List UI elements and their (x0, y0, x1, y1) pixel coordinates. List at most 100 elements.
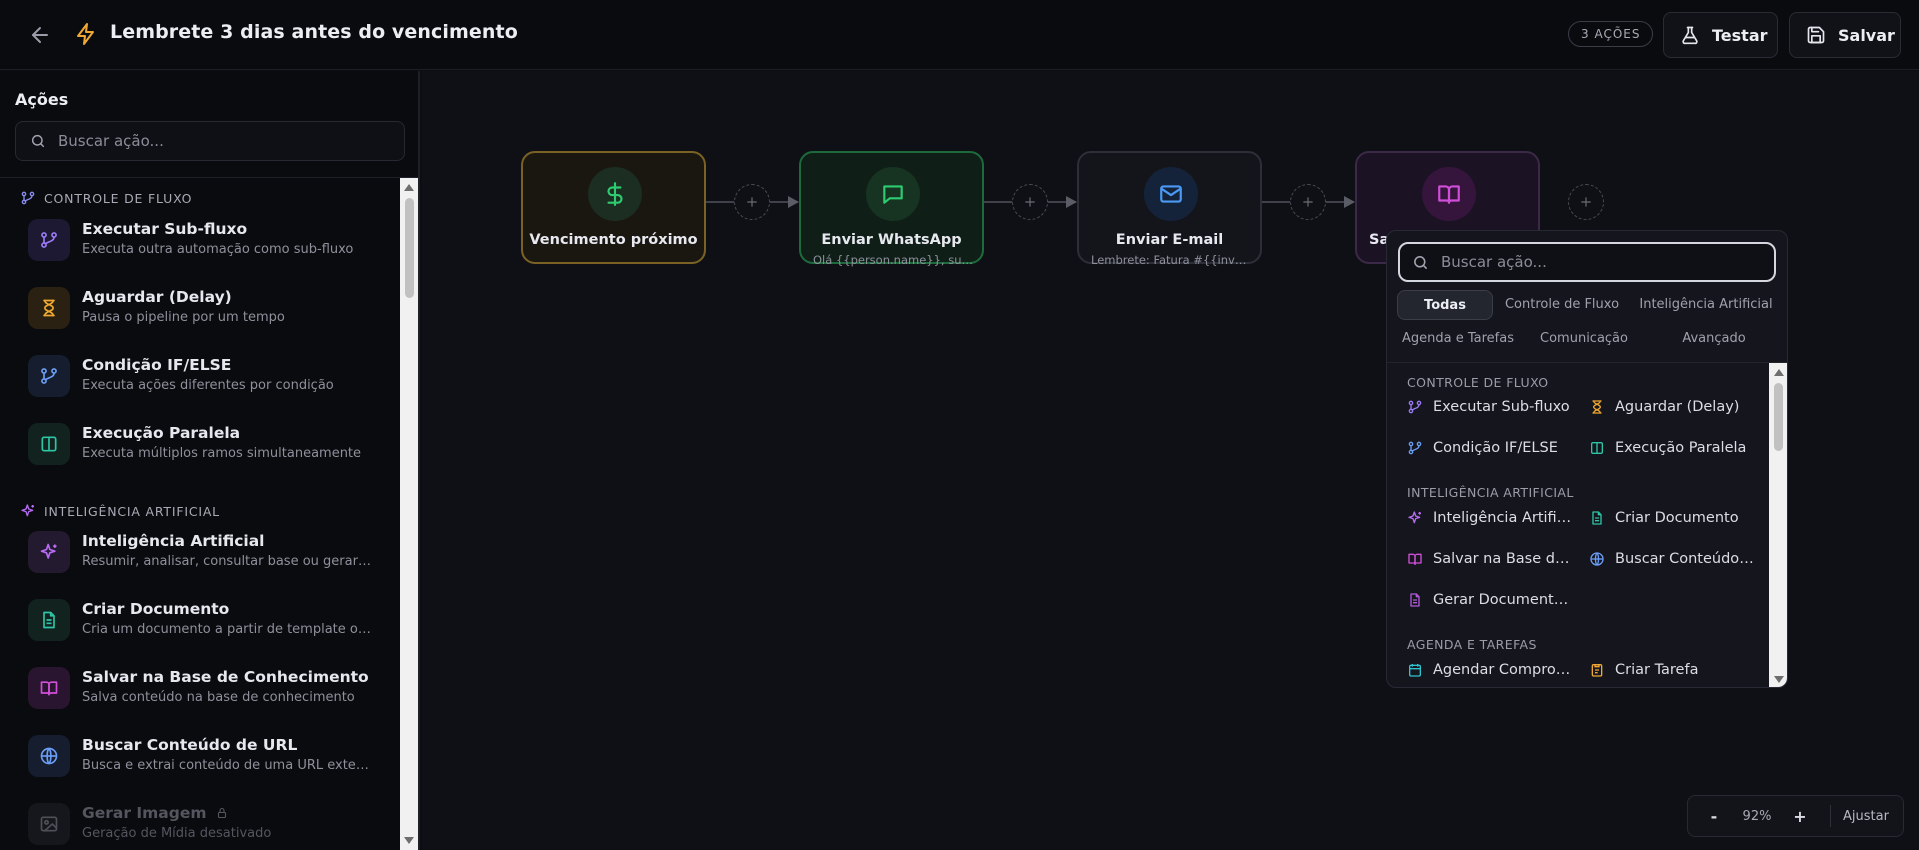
picker-scrollbar[interactable] (1769, 363, 1787, 687)
actions-count-badge: 3 AÇÕES (1568, 21, 1654, 47)
picker-item-fetch-url[interactable]: Buscar Conteúdo de URL (1589, 551, 1759, 567)
scroll-up-icon[interactable] (404, 184, 414, 191)
picker-item-generate-pdf[interactable]: Gerar Documento PDF (1407, 592, 1577, 608)
sparkles-icon (28, 531, 70, 573)
picker-search (1398, 242, 1776, 282)
sparkles-icon (21, 504, 34, 517)
sidebar-search-input[interactable] (58, 132, 378, 150)
page-title: Lembrete 3 dias antes do vencimento (110, 21, 518, 43)
tab-all[interactable]: Todas (1397, 290, 1493, 320)
add-step-icon[interactable] (734, 184, 770, 220)
tab-advanced[interactable]: Avançado (1655, 324, 1773, 354)
scroll-down-icon[interactable] (404, 837, 414, 844)
sidebar-item-knowledge-base[interactable]: Salvar na Base de Conhecimento Salva con… (28, 663, 398, 715)
tab-communication[interactable]: Comunicação (1525, 324, 1643, 354)
sidebar-title: Ações (15, 90, 69, 109)
picker-item-ai[interactable]: Inteligência Artificial (1407, 510, 1577, 526)
lightning-icon (74, 22, 98, 46)
actions-sidebar: Ações CONTROLE DE FLUXO Executar Sub-flu… (0, 71, 420, 850)
search-icon (30, 133, 46, 149)
picker-search-input[interactable] (1441, 253, 1741, 271)
save-icon (1806, 25, 1826, 45)
picker-item-delay[interactable]: Aguardar (Delay) (1589, 399, 1759, 415)
columns-icon (1591, 442, 1603, 454)
picker-category-ai: INTELIGÊNCIA ARTIFICIAL (1407, 485, 1574, 500)
sidebar-item-fetch-url[interactable]: Buscar Conteúdo de URL Busca e extrai co… (28, 731, 398, 783)
condition-branch-icon (28, 355, 70, 397)
search-icon (1412, 254, 1429, 271)
subflow-icon (28, 219, 70, 261)
picker-item-create-document[interactable]: Criar Documento (1589, 510, 1759, 526)
image-icon (28, 803, 70, 845)
chat-icon (866, 167, 920, 221)
scroll-down-icon[interactable] (1774, 676, 1784, 683)
sidebar-item-create-document[interactable]: Criar Documento Cria um documento a part… (28, 595, 398, 647)
category-ai: INTELIGÊNCIA ARTIFICIAL (20, 503, 220, 519)
sidebar-item-delay[interactable]: Aguardar (Delay) Pausa o pipeline por um… (28, 283, 398, 335)
picker-item-subflow[interactable]: Executar Sub-fluxo (1407, 399, 1577, 415)
columns-icon (28, 423, 70, 465)
save-button[interactable]: Salvar (1789, 12, 1901, 58)
action-picker-popover: Todas Controle de Fluxo Inteligência Art… (1386, 230, 1788, 688)
sidebar-search (15, 121, 405, 161)
picker-item-create-task[interactable]: Criar Tarefa (1589, 662, 1759, 678)
fit-view-button[interactable]: Ajustar (1843, 809, 1889, 824)
zoom-control: - 92% + Ajustar (1687, 795, 1904, 837)
sidebar-item-ai[interactable]: Inteligência Artificial Resumir, analisa… (28, 527, 398, 579)
tab-agenda[interactable]: Agenda e Tarefas (1397, 324, 1519, 354)
flask-icon (1680, 25, 1700, 45)
branch-icon (21, 191, 35, 205)
document-icon (1592, 511, 1602, 525)
subflow-icon (1408, 400, 1422, 414)
picker-item-condition[interactable]: Condição IF/ELSE (1407, 440, 1577, 456)
sidebar-item-subflow[interactable]: Executar Sub-fluxo Executa outra automaç… (28, 215, 398, 267)
picker-item-knowledge-base[interactable]: Salvar na Base de Conhecimento (1407, 551, 1577, 567)
arrow-icon (788, 196, 799, 208)
dollar-icon (588, 167, 642, 221)
tab-flow-control[interactable]: Controle de Fluxo (1499, 290, 1625, 320)
condition-branch-icon (1408, 441, 1422, 455)
picker-item-schedule[interactable]: Agendar Compromisso (1407, 662, 1577, 678)
scroll-thumb[interactable] (405, 198, 414, 298)
arrow-icon (1344, 196, 1355, 208)
sparkles-icon (1408, 511, 1421, 524)
globe-icon (1590, 552, 1604, 566)
picker-action-list: CONTROLE DE FLUXO Executar Sub-fluxo Agu… (1387, 363, 1769, 687)
zoom-out-button[interactable]: - (1696, 807, 1732, 826)
picker-item-parallel[interactable]: Execução Paralela (1589, 440, 1759, 456)
zoom-in-button[interactable]: + (1782, 807, 1818, 826)
clipboard-icon (1591, 664, 1603, 677)
top-bar: Lembrete 3 dias antes do vencimento 3 AÇ… (0, 0, 1919, 70)
file-icon (1410, 593, 1420, 607)
whatsapp-node[interactable]: Enviar WhatsApp Olá {{person.name}}, sua… (799, 151, 984, 267)
picker-category-agenda: AGENDA E TAREFAS (1407, 637, 1537, 652)
zoom-level: 92% (1742, 808, 1772, 824)
test-button[interactable]: Testar (1663, 12, 1778, 58)
book-icon (1422, 167, 1476, 221)
picker-category-flow: CONTROLE DE FLUXO (1407, 375, 1549, 390)
add-step-icon[interactable] (1568, 184, 1604, 220)
arrow-icon (1066, 196, 1077, 208)
sidebar-item-parallel[interactable]: Execução Paralela Executa múltiplos ramo… (28, 419, 398, 471)
sidebar-action-list: CONTROLE DE FLUXO Executar Sub-fluxo Exe… (0, 178, 400, 850)
book-icon (28, 667, 70, 709)
save-button-label: Salvar (1838, 25, 1895, 45)
hourglass-icon (1592, 400, 1602, 414)
document-icon (28, 599, 70, 641)
email-node[interactable]: Enviar E-mail Lembrete: Fatura #{{invoi.… (1077, 151, 1262, 267)
sidebar-item-generate-image: Gerar Imagem Geração de Mídia desativado (28, 799, 398, 850)
add-step-icon[interactable] (1290, 184, 1326, 220)
add-step-icon[interactable] (1012, 184, 1048, 220)
trigger-node[interactable]: Vencimento próximo (521, 151, 706, 264)
sidebar-item-condition[interactable]: Condição IF/ELSE Executa ações diferente… (28, 351, 398, 403)
category-flow-control: CONTROLE DE FLUXO (20, 190, 192, 206)
calendar-icon (1409, 664, 1421, 677)
back-arrow-icon[interactable] (28, 23, 52, 47)
scroll-up-icon[interactable] (1774, 369, 1784, 376)
book-icon (1408, 553, 1422, 565)
tab-ai[interactable]: Inteligência Artificial (1631, 290, 1781, 320)
globe-icon (28, 735, 70, 777)
divider (1830, 805, 1831, 827)
scroll-thumb[interactable] (1774, 383, 1783, 451)
sidebar-scrollbar[interactable] (400, 178, 418, 850)
